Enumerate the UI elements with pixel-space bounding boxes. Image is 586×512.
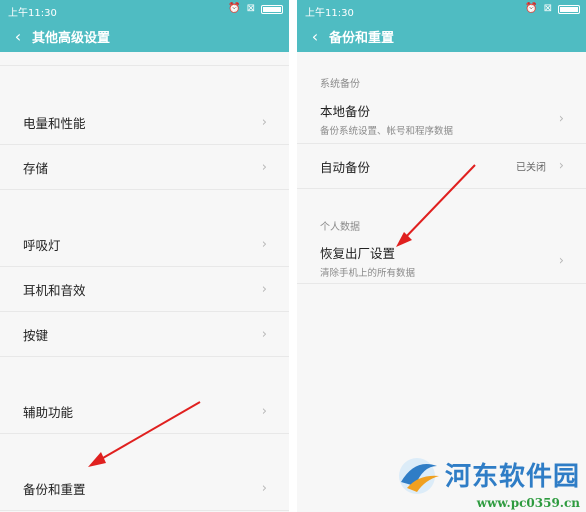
item-label: 电量和性能	[23, 115, 86, 131]
item-label: 备份和重置	[23, 481, 86, 497]
status-bar: 上午11:30 ⏰ ⊠	[297, 0, 586, 20]
settings-item-notification-light[interactable]: 呼吸灯 ›	[0, 222, 289, 267]
status-bar: 上午11:30 ⏰ ⊠	[0, 0, 289, 20]
alarm-icon: ⏰	[228, 3, 241, 14]
title-bar: ‹ 备份和重置	[297, 20, 586, 52]
item-label: 自动备份	[320, 159, 371, 175]
status-icons: ⏰ ⊠	[228, 4, 283, 14]
chevron-right-icon: ›	[261, 236, 267, 252]
title-bar: ‹ 其他高级设置	[0, 20, 289, 52]
watermark: 河东软件园	[393, 452, 580, 496]
settings-item-local-backup[interactable]: 本地备份 备份系统设置、帐号和程序数据 ›	[297, 95, 586, 144]
chevron-right-icon: ›	[261, 326, 267, 342]
chevron-right-icon: ›	[261, 159, 267, 175]
section-header-personal-data: 个人数据	[320, 222, 360, 233]
watermark-text: 河东软件园	[444, 461, 580, 492]
battery-icon	[261, 4, 283, 14]
chevron-right-icon: ›	[558, 253, 564, 268]
settings-item-backup-reset[interactable]: 备份和重置 ›	[0, 466, 289, 511]
right-phone-screen: 上午11:30 ⏰ ⊠ ‹ 备份和重置 系统备份 本地备份 备份系统设置、帐号和…	[297, 0, 586, 512]
alarm-icon: ⏰	[525, 3, 538, 14]
chevron-right-icon: ›	[558, 111, 564, 127]
page-title: 其他高级设置	[32, 30, 111, 46]
chevron-right-icon: ›	[261, 480, 267, 496]
status-icons: ⏰ ⊠	[525, 4, 580, 14]
close-box-icon: ⊠	[543, 3, 552, 14]
list-item-partial	[0, 52, 289, 66]
item-value: 已关闭	[516, 162, 546, 174]
settings-item-battery-performance[interactable]: 电量和性能 ›	[0, 100, 289, 145]
section-header-system-backup: 系统备份	[320, 79, 360, 90]
item-label: 耳机和音效	[23, 282, 86, 298]
settings-item-storage[interactable]: 存储 ›	[0, 145, 289, 190]
settings-item-buttons[interactable]: 按键 ›	[0, 312, 289, 357]
back-arrow-icon[interactable]: ‹	[303, 20, 327, 52]
settings-item-headphones-audio[interactable]: 耳机和音效 ›	[0, 267, 289, 312]
chevron-right-icon: ›	[261, 281, 267, 297]
item-label: 辅助功能	[23, 404, 74, 420]
watermark-url: www.pc0359.cn	[476, 496, 580, 510]
chevron-right-icon: ›	[261, 114, 267, 130]
item-subtitle: 备份系统设置、帐号和程序数据	[320, 126, 454, 137]
page-title: 备份和重置	[329, 30, 395, 46]
settings-item-auto-backup[interactable]: 自动备份 已关闭 ›	[297, 144, 586, 189]
item-label: 恢复出厂设置	[320, 245, 396, 261]
status-time: 上午11:30	[305, 8, 354, 19]
item-label: 存储	[23, 160, 49, 176]
left-phone-screen: 上午11:30 ⏰ ⊠ ‹ 其他高级设置 电量和性能 › 存储 › 呼吸灯 › …	[0, 0, 289, 512]
settings-item-accessibility[interactable]: 辅助功能 ›	[0, 389, 289, 434]
back-arrow-icon[interactable]: ‹	[6, 20, 30, 52]
battery-icon	[558, 4, 580, 14]
item-label: 呼吸灯	[23, 237, 61, 253]
chevron-right-icon: ›	[558, 158, 564, 174]
item-label: 本地备份	[320, 104, 371, 119]
status-time: 上午11:30	[8, 8, 57, 19]
item-subtitle: 清除手机上的所有数据	[320, 267, 416, 279]
settings-item-factory-reset[interactable]: 恢复出厂设置 清除手机上的所有数据 ›	[297, 238, 586, 284]
item-label: 按键	[23, 327, 49, 343]
chevron-right-icon: ›	[261, 403, 267, 419]
site-logo-icon	[398, 458, 439, 494]
close-box-icon: ⊠	[246, 3, 255, 14]
